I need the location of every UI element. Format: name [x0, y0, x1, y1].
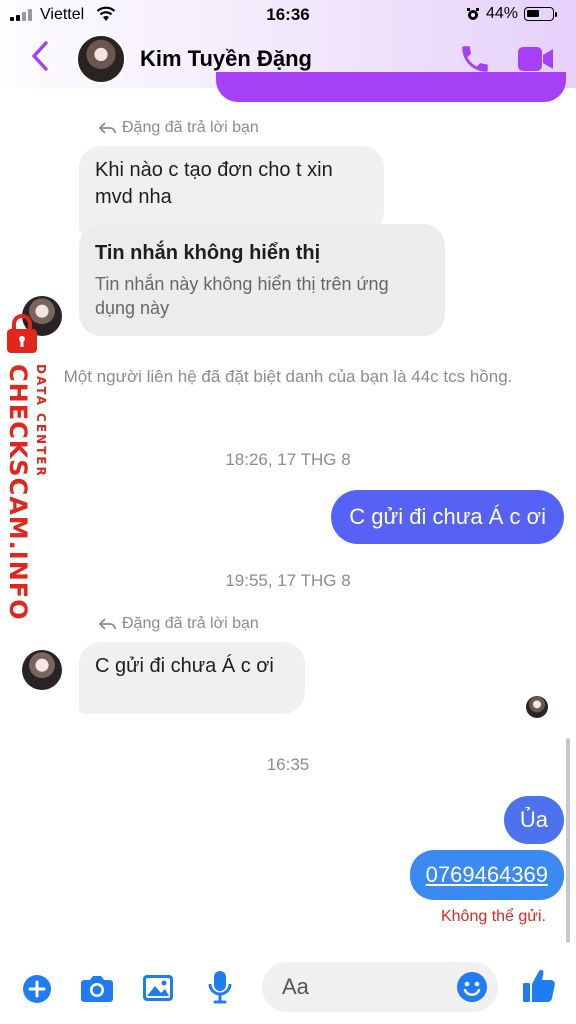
unavailable-title: Tin nhắn không hiển thị	[95, 242, 321, 264]
reply-note-text: Đặng đã trả lời bạn	[122, 119, 259, 136]
outgoing-message[interactable]: Ủa	[503, 796, 564, 844]
previous-outgoing-bubble[interactable]	[216, 72, 566, 102]
contact-avatar-small[interactable]	[22, 650, 62, 690]
composer-bar	[0, 958, 576, 1024]
reply-note: Đặng đã trả lời bạn	[98, 119, 259, 137]
reply-note: Đặng đã trả lời bạn	[98, 615, 259, 633]
reply-note-text: Đặng đã trả lời bạn	[122, 615, 259, 632]
phone-icon[interactable]	[458, 42, 492, 76]
gallery-icon[interactable]	[142, 973, 174, 1003]
emoji-icon[interactable]	[456, 971, 488, 1003]
reply-arrow-icon	[98, 618, 116, 630]
read-receipt-avatar	[526, 696, 548, 718]
camera-icon[interactable]	[80, 973, 114, 1003]
alarm-icon	[466, 8, 479, 20]
scrollbar[interactable]	[566, 738, 570, 943]
plus-circle-icon[interactable]	[22, 974, 52, 1004]
video-camera-icon[interactable]	[516, 44, 556, 74]
timestamp: 16:35	[266, 755, 310, 774]
thumbs-up-icon[interactable]	[522, 968, 556, 1004]
unavailable-body: Tin nhắn này không hiển thị trên ứng dụn…	[95, 274, 389, 318]
reply-arrow-icon	[98, 122, 116, 134]
contact-name[interactable]: Kim Tuyền Đặng	[140, 46, 312, 72]
outgoing-message[interactable]: C gửi đi chưa Á c ơi	[331, 490, 564, 544]
incoming-message-quoted[interactable]: Khi nào c tạo đơn cho t xin mvd nha	[79, 146, 384, 234]
contact-avatar[interactable]	[76, 34, 126, 84]
chevron-left-icon[interactable]	[30, 40, 50, 72]
nickname-notice: Một người liên hệ đã đặt biệt danh của b…	[63, 367, 513, 386]
status-bar: Viettel 16:36 44%	[0, 0, 576, 30]
microphone-icon[interactable]	[208, 970, 232, 1004]
message-composer[interactable]	[262, 962, 498, 1012]
lock-icon	[7, 314, 37, 353]
timestamp: 19:55, 17 THG 8	[225, 571, 351, 590]
timestamp: 18:26, 17 THG 8	[225, 450, 351, 469]
battery-percent: 44%	[485, 5, 518, 22]
send-error: Không thể gửi.	[440, 908, 546, 925]
message-input[interactable]	[282, 962, 442, 1012]
outgoing-phone-link[interactable]: 0769464369	[409, 850, 564, 900]
incoming-message-quoted[interactable]: C gửi đi chưa Á c ơi	[79, 642, 305, 714]
watermark-sub: DATA CENTER	[34, 364, 48, 478]
unavailable-message[interactable]: Tin nhắn không hiển thị Tin nhắn này khô…	[79, 224, 445, 336]
watermark-brand: CHECKSCAM.INFO	[4, 364, 32, 621]
battery-icon	[524, 7, 557, 21]
